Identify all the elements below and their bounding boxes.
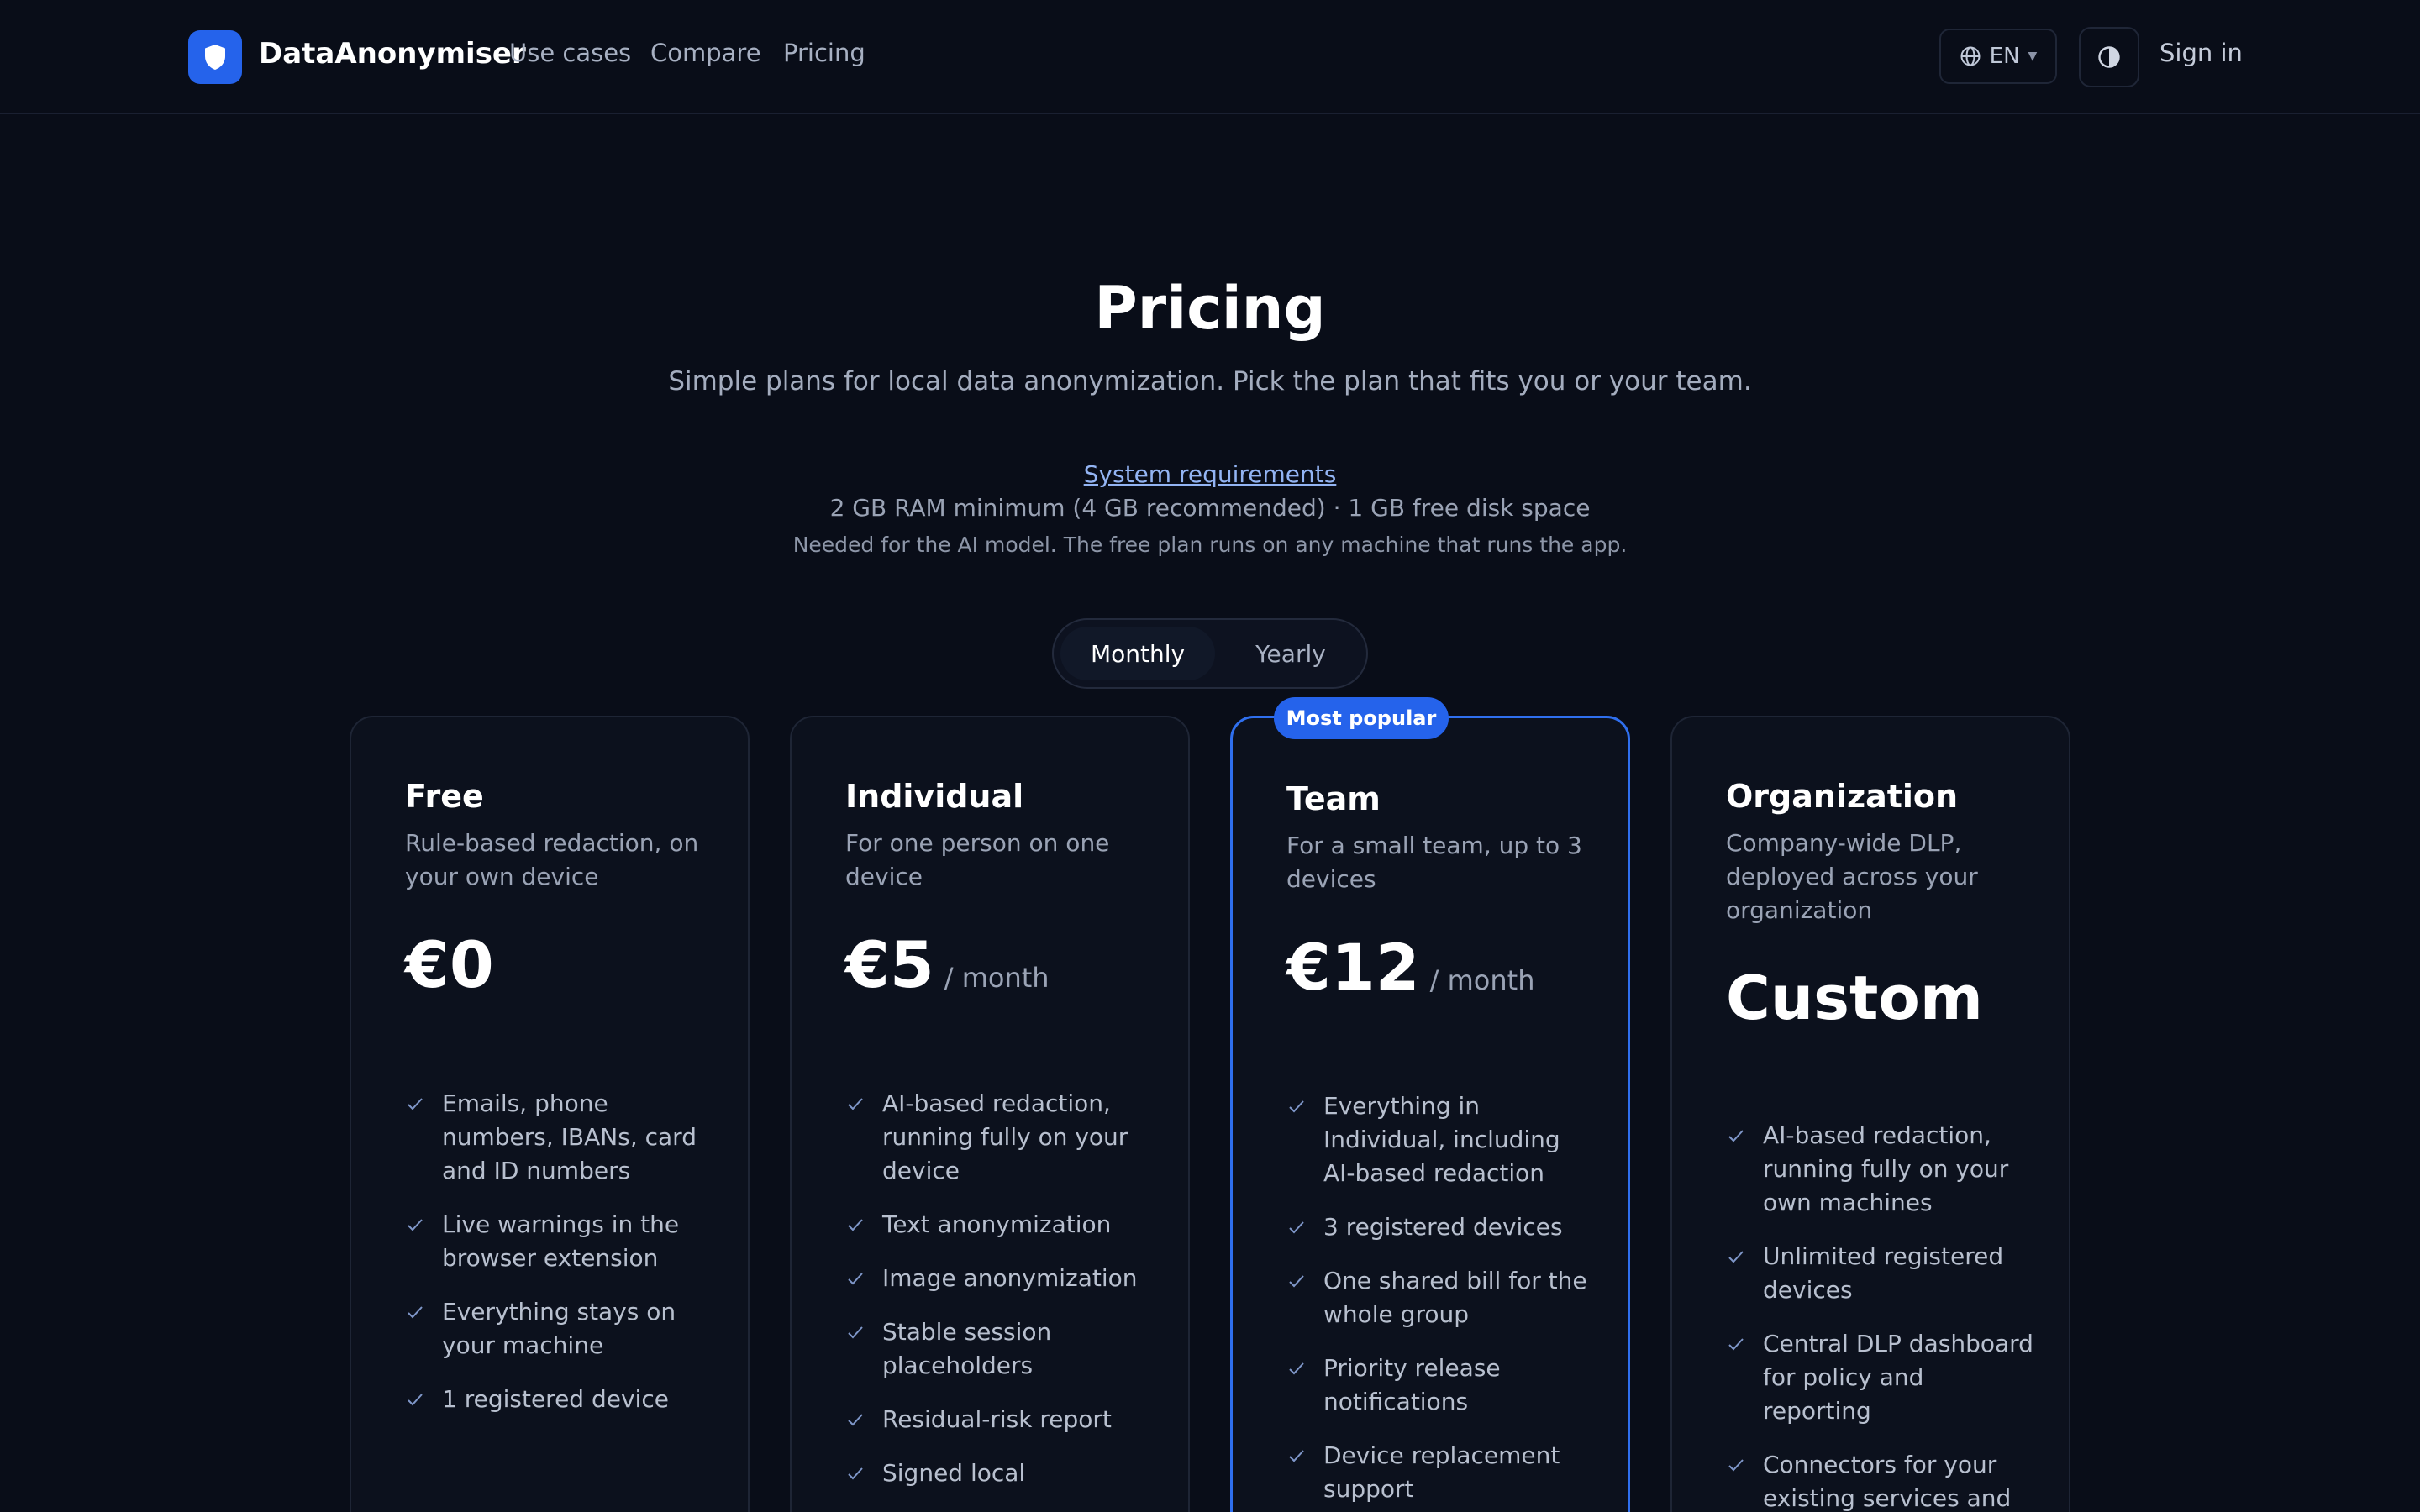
contrast-icon <box>2098 46 2120 68</box>
check-icon <box>848 1467 863 1480</box>
feature-item: Emails, phone numbers, IBANs, card and I… <box>405 1087 718 1188</box>
feature-item: Unlimited registered devices <box>1726 1240 2039 1307</box>
chevron-down-icon: ▼ <box>2028 50 2038 63</box>
nav-link-pricing[interactable]: Pricing <box>783 39 865 67</box>
price-amount: Custom <box>1726 963 1983 1033</box>
plan-name: Free <box>405 778 484 815</box>
plan-name: Individual <box>845 778 1024 815</box>
plan-card-organization: Organization Company-wide DLP, deployed … <box>1670 716 2070 1512</box>
plan-name: Team <box>1286 780 1381 817</box>
plan-price: €5 / month <box>845 927 1050 1002</box>
feature-item: 1 registered device <box>405 1383 718 1416</box>
plan-name: Organization <box>1726 778 1959 815</box>
feature-list: AI-based redaction, running fully on you… <box>845 1087 1158 1510</box>
requirements-text: 2 GB RAM minimum (4 GB recommended) · 1 … <box>829 494 1591 522</box>
feature-item: Priority release notifications <box>1286 1352 1599 1419</box>
feature-item: Device replacement support <box>1286 1439 1599 1506</box>
plan-card-team: Team For a small team, up to 3 devices €… <box>1230 716 1630 1512</box>
globe-icon <box>1960 46 1981 66</box>
check-icon <box>1728 1338 1744 1351</box>
most-popular-badge: Most popular <box>1274 697 1449 739</box>
feature-item: AI-based redaction, running fully on you… <box>845 1087 1158 1188</box>
plan-description: For a small team, up to 3 devices <box>1286 832 1582 893</box>
feature-item: Central DLP dashboard for policy and rep… <box>1726 1327 2039 1428</box>
top-nav-bar: DataAnonymiser Use cases Compare Pricing… <box>0 0 2420 114</box>
feature-item: Text anonymization <box>845 1208 1158 1242</box>
check-icon <box>1728 1459 1744 1472</box>
feature-list: Everything in Individual, including AI-b… <box>1286 1089 1599 1512</box>
check-icon <box>848 1414 863 1426</box>
plan-price: €0 <box>405 927 494 1002</box>
check-icon <box>848 1219 863 1231</box>
check-icon <box>408 1098 423 1110</box>
requirements-link-row: System requirements <box>0 460 2420 488</box>
feature-item: Everything in Individual, including AI-b… <box>1286 1089 1599 1190</box>
feature-item: AI-based redaction, running fully on you… <box>1726 1119 2039 1220</box>
plan-description: Company-wide DLP, deployed across your o… <box>1726 829 1978 924</box>
requirements-note: Needed for the AI model. The free plan r… <box>792 533 1628 557</box>
toggle-monthly[interactable]: Monthly <box>1060 627 1215 680</box>
price-period: / month <box>944 962 1050 994</box>
theme-toggle-button[interactable] <box>2079 27 2139 87</box>
toggle-yearly[interactable]: Yearly <box>1218 627 1363 680</box>
feature-item: One shared bill for the whole group <box>1286 1264 1599 1331</box>
feature-item: Image anonymization <box>845 1262 1158 1295</box>
check-icon <box>408 1394 423 1406</box>
check-icon <box>1289 1362 1304 1375</box>
sign-in-link[interactable]: Sign in <box>2160 39 2243 67</box>
check-icon <box>1289 1221 1304 1234</box>
price-period: / month <box>1429 964 1535 996</box>
price-amount: €5 <box>845 927 934 1002</box>
check-icon <box>1289 1275 1304 1288</box>
feature-item: Connectors for your existing services an… <box>1726 1448 2039 1512</box>
check-icon <box>1728 1130 1744 1142</box>
nav-link-compare[interactable]: Compare <box>650 39 761 67</box>
page-subtitle: Simple plans for local data anonymizatio… <box>668 366 1752 396</box>
plan-card-free: Free Rule-based redaction, on your own d… <box>350 716 750 1512</box>
plan-description: For one person on one device <box>845 829 1110 890</box>
check-icon <box>1289 1100 1304 1113</box>
page-title: Pricing <box>1094 274 1326 343</box>
feature-list: AI-based redaction, running fully on you… <box>1726 1119 2039 1512</box>
check-icon <box>408 1306 423 1319</box>
plan-price: €12 / month <box>1286 930 1534 1005</box>
billing-period-toggle: Monthly Yearly <box>1052 618 1368 689</box>
feature-item: Residual-risk report <box>845 1403 1158 1436</box>
nav-link-use-cases[interactable]: Use cases <box>509 39 631 67</box>
check-icon <box>848 1273 863 1285</box>
feature-item: 3 registered devices <box>1286 1210 1599 1244</box>
check-icon <box>1728 1251 1744 1263</box>
price-amount: €0 <box>405 927 494 1002</box>
check-icon <box>1289 1450 1304 1462</box>
feature-item: Stable session placeholders <box>845 1315 1158 1383</box>
brand-name[interactable]: DataAnonymiser <box>259 37 526 71</box>
plan-price: Custom <box>1726 963 1983 1033</box>
pricing-page: DataAnonymiser Use cases Compare Pricing… <box>0 0 2420 1512</box>
feature-item: Live warnings in the browser extension <box>405 1208 718 1275</box>
feature-item: Everything stays on your machine <box>405 1295 718 1362</box>
check-icon <box>848 1098 863 1110</box>
language-selector[interactable]: EN ▼ <box>1939 29 2057 84</box>
feature-item: Signed local <box>845 1457 1158 1490</box>
plan-card-individual: Individual For one person on one device … <box>790 716 1190 1512</box>
system-requirements-link[interactable]: System requirements <box>1084 460 1337 488</box>
language-label: EN <box>1989 44 2020 69</box>
logo-shield-icon[interactable] <box>188 30 242 84</box>
plan-description: Rule-based redaction, on your own device <box>405 829 699 890</box>
check-icon <box>408 1219 423 1231</box>
price-amount: €12 <box>1286 930 1420 1005</box>
check-icon <box>848 1326 863 1339</box>
feature-list: Emails, phone numbers, IBANs, card and I… <box>405 1087 718 1436</box>
